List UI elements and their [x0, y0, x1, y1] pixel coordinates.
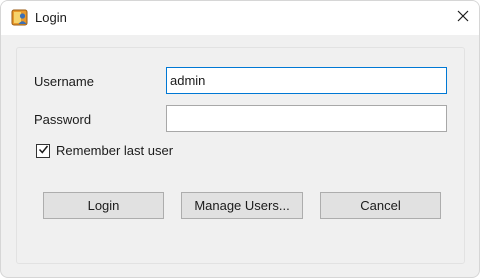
remember-label[interactable]: Remember last user — [56, 143, 173, 158]
manage-users-button[interactable]: Manage Users... — [181, 192, 303, 219]
checkmark-icon — [38, 142, 49, 160]
close-icon — [457, 9, 469, 27]
window-title: Login — [35, 10, 67, 25]
title-bar: Login — [1, 1, 479, 35]
login-button[interactable]: Login — [43, 192, 164, 219]
password-input[interactable] — [166, 105, 447, 132]
cancel-button[interactable]: Cancel — [320, 192, 441, 219]
close-button[interactable] — [449, 5, 477, 31]
username-label: Username — [34, 74, 94, 89]
password-label: Password — [34, 112, 92, 127]
login-app-icon — [11, 9, 28, 26]
login-dialog: Login Username Password Remember last us… — [0, 0, 480, 278]
username-input[interactable] — [166, 67, 447, 94]
remember-checkbox[interactable] — [36, 144, 50, 158]
